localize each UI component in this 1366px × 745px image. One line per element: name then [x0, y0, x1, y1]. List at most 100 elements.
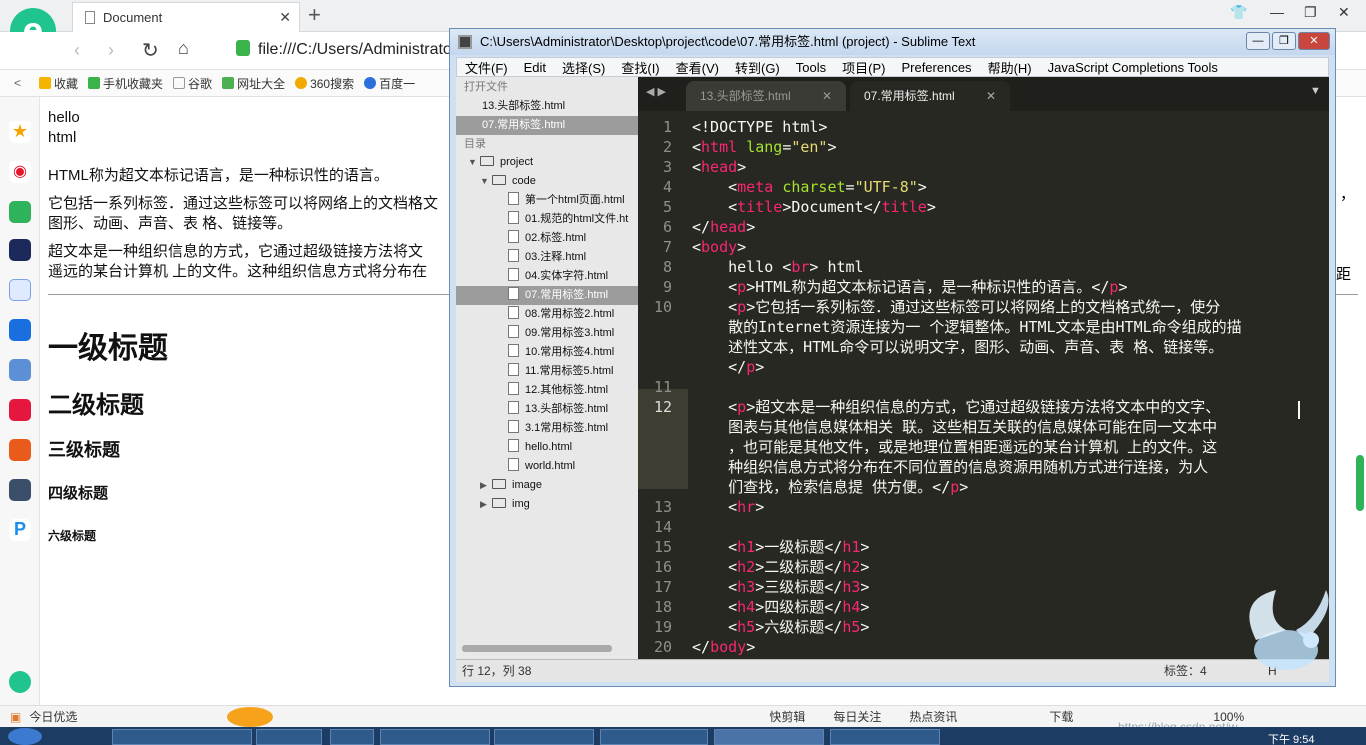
tree-folder-project[interactable]: ▼ project — [456, 153, 638, 172]
today-picks-label[interactable]: 今日优选 — [29, 708, 77, 725]
favorites-icon[interactable]: ★ — [9, 121, 31, 143]
open-file-item-active[interactable]: 07.常用标签.html — [456, 116, 638, 135]
tab-menu-icon[interactable]: ▼ — [1310, 85, 1321, 97]
menu-project[interactable]: 项目(P) — [842, 58, 885, 77]
game-icon[interactable] — [9, 359, 31, 381]
tree-file[interactable]: 10.常用标签4.html — [456, 343, 638, 362]
taskbar-item[interactable] — [494, 729, 594, 745]
sidebar-scrollbar[interactable] — [462, 645, 612, 652]
status-download[interactable]: 下载 — [1049, 708, 1073, 725]
menu-goto[interactable]: 转到(G) — [735, 58, 780, 77]
game2-icon[interactable] — [9, 439, 31, 461]
tree-file[interactable]: 03.注释.html — [456, 248, 638, 267]
word-icon[interactable] — [9, 279, 31, 301]
menu-view[interactable]: 查看(V) — [676, 58, 719, 77]
add-app-icon[interactable] — [9, 671, 31, 693]
tree-file[interactable]: 12.其他标签.html — [456, 381, 638, 400]
tree-file[interactable]: 11.常用标签5.html — [456, 362, 638, 381]
taskbar-item-sublime[interactable] — [714, 729, 824, 745]
menu-tools[interactable]: Tools — [796, 60, 826, 75]
tree-file[interactable]: 09.常用标签3.html — [456, 324, 638, 343]
minimize-icon[interactable]: — — [1270, 4, 1284, 20]
browser-tab[interactable]: Document ✕ — [72, 2, 300, 32]
mail-icon[interactable] — [9, 201, 31, 223]
game3-icon[interactable] — [9, 479, 31, 501]
tree-file[interactable]: 3.1常用标签.html — [456, 419, 638, 438]
menu-help[interactable]: 帮助(H) — [988, 58, 1032, 77]
forward-icon[interactable]: › — [108, 40, 114, 61]
page-scrollbar[interactable] — [1356, 455, 1364, 511]
tree-file[interactable]: 第一个html页面.html — [456, 191, 638, 210]
tree-file[interactable]: 01.规范的html文件.ht — [456, 210, 638, 229]
tree-file[interactable]: 08.常用标签2.html — [456, 305, 638, 324]
code-text: 四级标题 — [764, 598, 825, 616]
start-button[interactable] — [8, 728, 42, 745]
tab-inactive[interactable]: 13.头部标签.html ✕ — [686, 81, 846, 111]
status-kuaijianji[interactable]: 快剪辑 — [769, 708, 805, 725]
home-icon[interactable]: ⌂ — [178, 38, 189, 59]
bookmark-item[interactable]: 收藏 — [39, 75, 78, 92]
tree-file[interactable]: 04.实体字符.html — [456, 267, 638, 286]
menu-find[interactable]: 查找(I) — [621, 58, 659, 77]
new-tab-button[interactable]: + — [308, 2, 321, 28]
xiaohongshu-icon[interactable] — [9, 399, 31, 421]
news-icon[interactable] — [9, 239, 31, 261]
p-app-icon[interactable]: P — [9, 519, 31, 541]
menu-edit[interactable]: Edit — [524, 60, 546, 75]
tree-label: 11.常用标签5.html — [525, 365, 614, 377]
bookmark-item[interactable]: 网址大全 — [222, 75, 285, 92]
tree-folder-code[interactable]: ▼ code — [456, 172, 638, 191]
menu-selection[interactable]: 选择(S) — [562, 58, 605, 77]
tree-file-active[interactable]: 07.常用标签.html — [456, 286, 638, 305]
st-maximize-icon[interactable]: ❐ — [1272, 32, 1296, 50]
address-field[interactable]: file:///C:/Users/Administrator — [236, 40, 457, 59]
bookmark-item[interactable]: 手机收藏夹 — [88, 75, 163, 92]
st-minimize-icon[interactable]: — — [1246, 32, 1270, 50]
code-line: <p>它包括一系列标签．通过这些标签可以将网络上的文档格式统一，使分 — [692, 298, 1221, 316]
maximize-icon[interactable]: ❐ — [1304, 4, 1317, 21]
bookmark-item[interactable]: 360搜索 — [295, 75, 354, 92]
search-360-icon — [295, 77, 308, 89]
chat-icon[interactable] — [9, 319, 31, 341]
weibo-icon[interactable]: ◉ — [9, 161, 31, 183]
close-window-icon[interactable]: ✕ — [1338, 4, 1350, 21]
tree-file[interactable]: world.html — [456, 457, 638, 476]
tab-nav-icon[interactable]: ◀ ▶ — [646, 85, 666, 98]
tree-folder-image[interactable]: ▶ image — [456, 476, 638, 495]
tree-label: 第一个html页面.html — [525, 194, 625, 206]
back-icon[interactable]: ‹ — [74, 40, 80, 61]
status-hot[interactable]: 热点资讯 — [909, 708, 957, 725]
tree-folder-img[interactable]: ▶ img — [456, 495, 638, 514]
taskbar-item[interactable] — [330, 729, 374, 745]
menu-js-completions[interactable]: JavaScript Completions Tools — [1048, 60, 1218, 75]
menu-preferences[interactable]: Preferences — [901, 60, 971, 75]
line-number: 11 — [653, 378, 672, 396]
tab-close-icon[interactable]: ✕ — [822, 81, 832, 111]
taskbar-item[interactable] — [112, 729, 252, 745]
code-editor[interactable]: 1 2 3 4 5 6 7 8 9 10 11 12 13 14 15 16 1… — [638, 111, 1329, 659]
menu-file[interactable]: 文件(F) — [465, 58, 508, 77]
bookmark-item[interactable]: 百度一 — [364, 75, 415, 92]
tab-size[interactable]: 标签：4 — [1164, 660, 1207, 682]
tree-file[interactable]: 13.头部标签.html — [456, 400, 638, 419]
tree-file[interactable]: 02.标签.html — [456, 229, 638, 248]
tab-close-icon[interactable]: ✕ — [986, 81, 996, 111]
st-close-icon[interactable]: ✕ — [1298, 32, 1330, 50]
code-line: <title>Document</title> — [692, 198, 936, 216]
refresh-icon[interactable]: ↻ — [142, 38, 159, 63]
code-line-wrap: 述性文本，HTML命令可以说明文字，图形、动画、声音、表 格、链接等。 — [692, 337, 1223, 357]
shirt-icon[interactable]: 👕 — [1230, 4, 1247, 21]
open-file-item[interactable]: 13.头部标签.html — [456, 97, 638, 116]
taskbar-item[interactable] — [380, 729, 490, 745]
status-daily[interactable]: 每日关注 — [833, 708, 881, 725]
tree-file[interactable]: hello.html — [456, 438, 638, 457]
taskbar-item[interactable] — [256, 729, 322, 745]
taskbar-item[interactable] — [830, 729, 940, 745]
code-text: 们查找，检索信息提 供方便。 — [728, 478, 933, 496]
collapse-icon[interactable]: < — [14, 76, 21, 90]
collapse-icon: ▶ — [480, 480, 487, 490]
bookmark-item[interactable]: 谷歌 — [173, 75, 212, 92]
taskbar-item[interactable] — [600, 729, 708, 745]
close-tab-icon[interactable]: ✕ — [279, 9, 291, 26]
tab-active[interactable]: 07.常用标签.html ✕ — [850, 81, 1010, 111]
